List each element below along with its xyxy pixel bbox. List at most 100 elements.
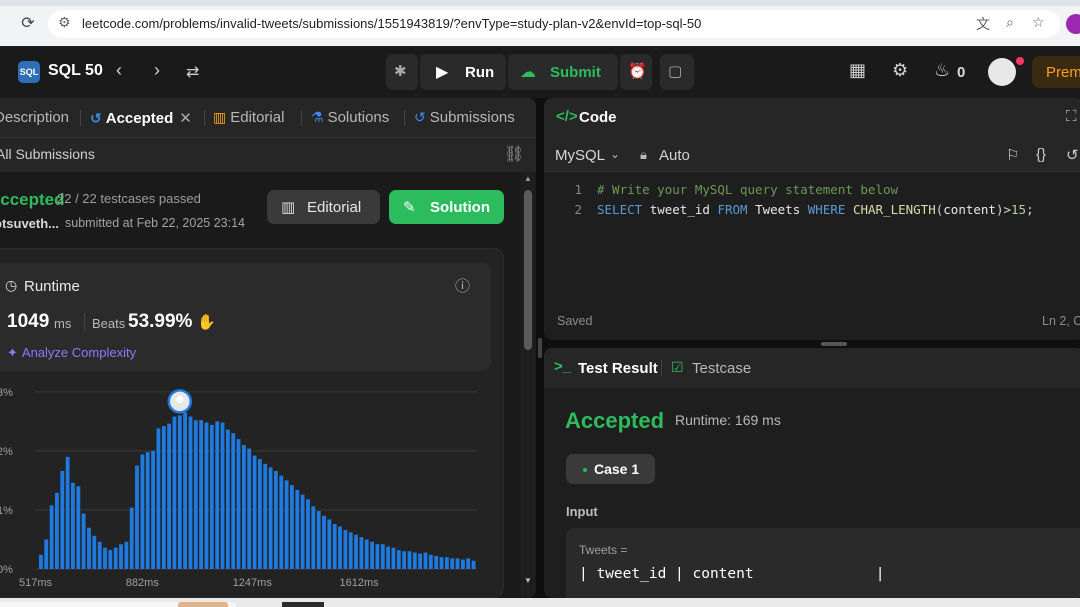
language-select[interactable]: MySQL: [555, 147, 605, 164]
chart-bar[interactable]: [247, 448, 252, 570]
zoom-icon[interactable]: ⌕: [1006, 14, 1014, 31]
chart-bar[interactable]: [290, 485, 294, 569]
chart-bar[interactable]: [49, 505, 54, 569]
submit-button[interactable]: ☁ Submit: [508, 54, 618, 90]
chart-bar[interactable]: [209, 424, 214, 569]
user-avatar[interactable]: [988, 58, 1016, 86]
chart-bar[interactable]: [279, 475, 284, 569]
chart-bar[interactable]: [332, 524, 337, 569]
chart-bar[interactable]: [263, 463, 268, 569]
chart-bar[interactable]: [359, 537, 364, 569]
code-editor[interactable]: 1 # Write your MySQL query statement bel…: [544, 172, 1080, 340]
tab-editorial[interactable]: ▥ Editorial: [213, 109, 284, 126]
chart-bar[interactable]: [322, 515, 326, 569]
chart-bar[interactable]: [220, 422, 225, 570]
chart-bar[interactable]: [226, 429, 230, 569]
chart-bar[interactable]: [348, 532, 353, 569]
chart-bar[interactable]: [188, 416, 193, 569]
bookmark-icon[interactable]: ⚐: [1006, 146, 1019, 164]
chart-bar[interactable]: [108, 550, 113, 569]
chart-bar[interactable]: [172, 416, 177, 569]
chart-bar[interactable]: [327, 519, 332, 569]
chart-bar[interactable]: [135, 465, 139, 569]
chart-bar[interactable]: [39, 554, 43, 569]
runtime-box[interactable]: ◷ Runtime ⓘ 1049 ms Beats 53.99% ✋ ✦ Anal…: [0, 263, 491, 371]
chart-bar[interactable]: [55, 492, 59, 569]
bookmark-star-icon[interactable]: ☆: [1032, 14, 1045, 31]
chart-bar[interactable]: [183, 412, 187, 570]
auto-mode-label[interactable]: Auto: [659, 147, 690, 164]
tab-solutions[interactable]: ⚗ Solutions: [311, 109, 389, 126]
chart-bar[interactable]: [151, 450, 155, 569]
chart-bar[interactable]: [284, 480, 289, 569]
scrollbar[interactable]: ▲ ▼: [521, 172, 535, 598]
chart-bar[interactable]: [242, 445, 246, 569]
chart-bar[interactable]: [466, 558, 471, 569]
translate-icon[interactable]: 文: [976, 14, 990, 34]
tab-description[interactable]: Description: [0, 109, 69, 126]
chart-bar[interactable]: [370, 541, 374, 569]
chart-bar[interactable]: [204, 422, 209, 570]
chart-bar[interactable]: [434, 556, 439, 569]
chart-bar[interactable]: [140, 454, 145, 569]
chart-bar[interactable]: [295, 489, 300, 569]
site-info-icon[interactable]: ⚙: [58, 14, 71, 31]
flame-streak-icon[interactable]: ♨: [934, 60, 950, 81]
editorial-button[interactable]: ▥ Editorial: [267, 190, 380, 224]
layout-grid-icon[interactable]: ▦: [849, 60, 866, 81]
chart-bar[interactable]: [124, 541, 129, 569]
close-tab-icon[interactable]: ✕: [179, 110, 192, 127]
tab-test-result[interactable]: Test Result: [578, 360, 658, 377]
chart-bar[interactable]: [161, 426, 166, 569]
chart-bar[interactable]: [97, 541, 102, 569]
chart-bar[interactable]: [343, 530, 348, 569]
chart-bar[interactable]: [338, 526, 342, 570]
chart-bar[interactable]: [76, 486, 81, 569]
chart-bar[interactable]: [145, 452, 150, 569]
chart-bar[interactable]: [268, 467, 273, 569]
chart-bar[interactable]: [471, 560, 476, 569]
chart-bar[interactable]: [412, 552, 417, 570]
prev-problem-icon[interactable]: ‹: [116, 60, 122, 81]
chart-bar[interactable]: [44, 539, 49, 570]
chart-bar[interactable]: [311, 506, 316, 569]
url-text[interactable]: leetcode.com/problems/invalid-tweets/sub…: [82, 16, 701, 31]
chart-bar[interactable]: [423, 552, 428, 570]
chart-bar[interactable]: [199, 420, 203, 569]
horizontal-resize-handle[interactable]: [821, 342, 847, 346]
all-submissions-link[interactable]: All Submissions: [0, 146, 95, 162]
taskbar-app-icon[interactable]: [282, 602, 324, 607]
debug-button[interactable]: ✱: [386, 54, 418, 90]
tab-accepted[interactable]: ↺ Accepted ✕: [90, 109, 192, 127]
chart-bar[interactable]: [450, 558, 455, 569]
chart-bar[interactable]: [92, 535, 97, 569]
browser-profile-avatar[interactable]: [1066, 14, 1080, 34]
next-problem-icon[interactable]: ›: [154, 60, 160, 81]
reset-icon[interactable]: ↺: [1066, 146, 1079, 164]
chart-bar[interactable]: [274, 471, 278, 569]
chart-bar[interactable]: [402, 551, 406, 569]
reload-icon[interactable]: ⟳: [18, 14, 38, 34]
run-button[interactable]: ▶ Run: [420, 54, 506, 90]
address-bar[interactable]: ⚙ leetcode.com/problems/invalid-tweets/s…: [48, 10, 1060, 38]
code-line-1[interactable]: # Write your MySQL query statement below: [597, 182, 898, 197]
chart-bar[interactable]: [252, 455, 257, 569]
chart-bar[interactable]: [177, 415, 182, 569]
chart-bar[interactable]: [386, 546, 390, 569]
chart-bar[interactable]: [215, 421, 220, 569]
chart-bar[interactable]: [391, 547, 396, 569]
sql-50-logo-icon[interactable]: SQL: [18, 61, 40, 83]
share-link-icon[interactable]: ⛓: [504, 144, 524, 164]
chart-bar[interactable]: [455, 558, 460, 569]
chart-bar[interactable]: [380, 544, 385, 569]
chart-bar[interactable]: [156, 428, 161, 569]
chart-bar[interactable]: [418, 553, 422, 569]
chart-bar[interactable]: [65, 456, 70, 569]
scroll-up-arrow-icon[interactable]: ▲: [524, 174, 532, 183]
runtime-distribution-chart[interactable]: 0% 1% 2% 3% 517ms 882ms 1247ms 1612ms: [0, 370, 503, 598]
timer-button[interactable]: ⏰: [620, 54, 652, 90]
chart-bar[interactable]: [167, 423, 171, 569]
maximize-icon[interactable]: ⛶: [1066, 108, 1077, 125]
chart-bar[interactable]: [428, 554, 433, 569]
chart-bar[interactable]: [354, 534, 358, 569]
